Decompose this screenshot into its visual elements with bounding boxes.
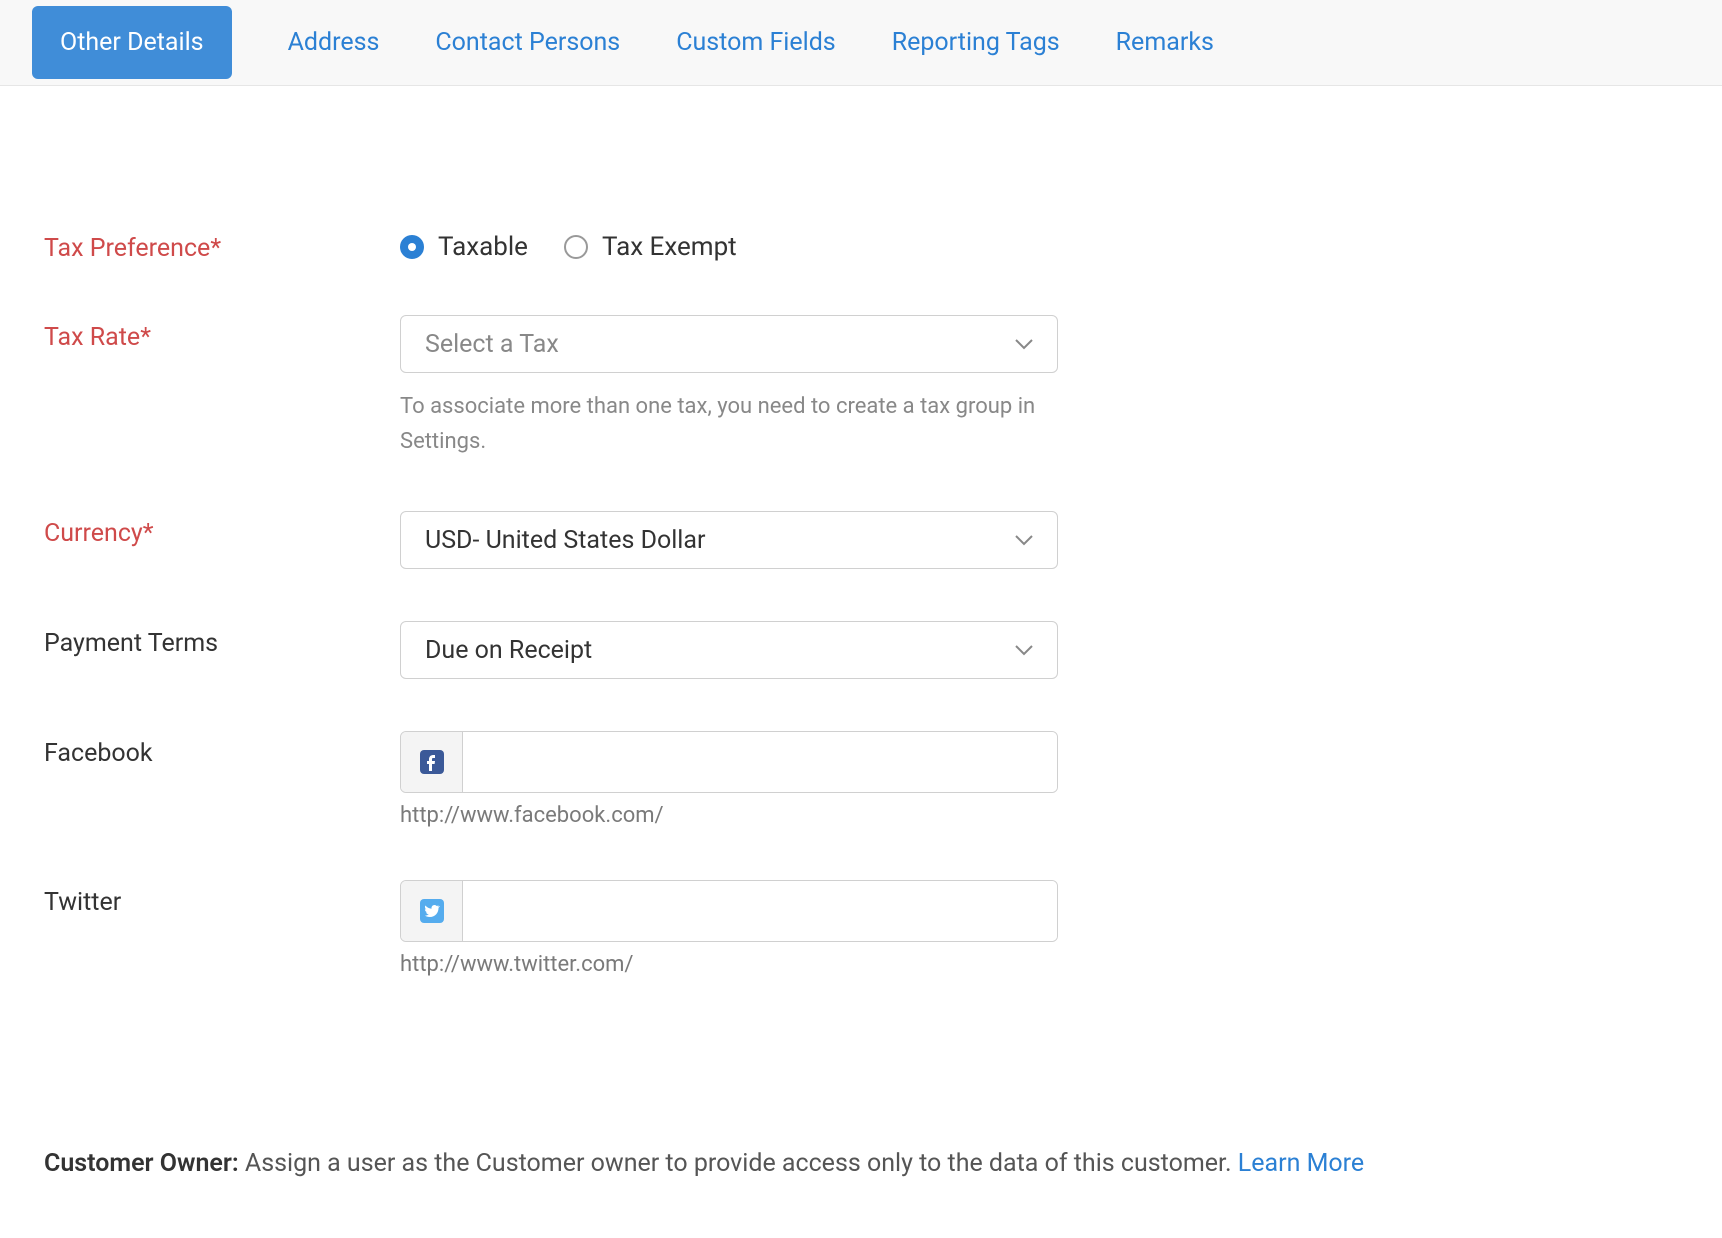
tab-other-details[interactable]: Other Details bbox=[32, 6, 232, 79]
currency-select[interactable]: USD- United States Dollar bbox=[400, 511, 1058, 569]
twitter-icon-addon bbox=[401, 881, 463, 941]
tax-rate-select-value: Select a Tax bbox=[425, 330, 559, 359]
twitter-icon bbox=[420, 899, 444, 923]
chevron-down-icon bbox=[1015, 535, 1033, 546]
facebook-icon-addon bbox=[401, 732, 463, 792]
radio-exempt-label: Tax Exempt bbox=[602, 232, 737, 262]
radio-selected-icon bbox=[400, 235, 424, 259]
tab-address[interactable]: Address bbox=[288, 6, 380, 79]
radio-tax-exempt[interactable]: Tax Exempt bbox=[564, 232, 737, 262]
payment-terms-select-value: Due on Receipt bbox=[425, 636, 592, 665]
facebook-input[interactable] bbox=[463, 732, 1057, 792]
radio-unselected-icon bbox=[564, 235, 588, 259]
twitter-input[interactable] bbox=[463, 881, 1057, 941]
tab-remarks[interactable]: Remarks bbox=[1116, 6, 1214, 79]
payment-terms-label: Payment Terms bbox=[44, 621, 400, 658]
facebook-url-hint: http://www.facebook.com/ bbox=[400, 803, 1060, 828]
chevron-down-icon bbox=[1015, 339, 1033, 350]
customer-owner-title: Customer Owner: bbox=[44, 1149, 239, 1178]
customer-owner-section: Customer Owner: Assign a user as the Cus… bbox=[0, 1149, 1722, 1238]
radio-taxable-label: Taxable bbox=[438, 232, 528, 262]
tab-custom-fields[interactable]: Custom Fields bbox=[676, 6, 836, 79]
customer-owner-text: Assign a user as the Customer owner to p… bbox=[239, 1149, 1238, 1178]
tab-contact-persons[interactable]: Contact Persons bbox=[435, 6, 620, 79]
twitter-url-hint: http://www.twitter.com/ bbox=[400, 952, 1060, 977]
tax-rate-select[interactable]: Select a Tax bbox=[400, 315, 1058, 373]
facebook-label: Facebook bbox=[44, 731, 400, 768]
currency-label: Currency* bbox=[44, 511, 400, 548]
tax-preference-radio-group: Taxable Tax Exempt bbox=[400, 226, 1060, 262]
twitter-label: Twitter bbox=[44, 880, 400, 917]
tax-preference-label: Tax Preference* bbox=[44, 226, 400, 263]
tab-reporting-tags[interactable]: Reporting Tags bbox=[892, 6, 1060, 79]
tax-rate-label: Tax Rate* bbox=[44, 315, 400, 352]
payment-terms-select[interactable]: Due on Receipt bbox=[400, 621, 1058, 679]
learn-more-link[interactable]: Learn More bbox=[1238, 1149, 1364, 1178]
radio-taxable[interactable]: Taxable bbox=[400, 232, 528, 262]
chevron-down-icon bbox=[1015, 645, 1033, 656]
currency-select-value: USD- United States Dollar bbox=[425, 526, 705, 555]
tax-rate-help-text: To associate more than one tax, you need… bbox=[400, 389, 1058, 459]
facebook-icon bbox=[420, 750, 444, 774]
tabs-bar: Other Details Address Contact Persons Cu… bbox=[0, 0, 1722, 86]
